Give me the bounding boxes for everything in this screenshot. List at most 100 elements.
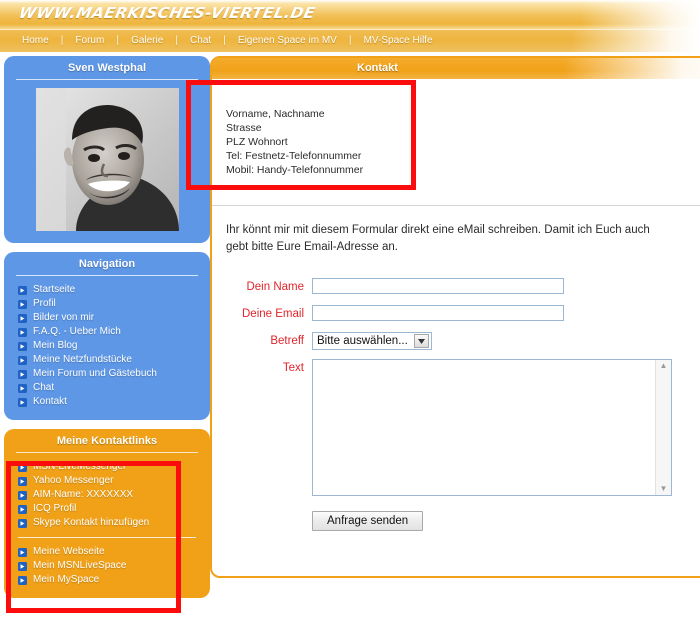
panel-divider — [16, 452, 198, 453]
message-textarea[interactable]: ▲ ▼ — [312, 359, 672, 496]
arrow-right-square-icon — [18, 299, 27, 309]
sidebar-item-label: Mein Blog — [33, 340, 78, 351]
contact-city: PLZ Wohnort — [226, 136, 288, 148]
sidebar-item-label: Yahoo Messenger — [33, 475, 114, 486]
submit-button[interactable]: Anfrage senden — [312, 511, 424, 531]
form-row-email: Deine Email — [212, 305, 700, 323]
scroll-down-icon[interactable]: ▼ — [660, 483, 668, 495]
sidebar-item-msnlivespace[interactable]: Mein MSNLiveSpace — [18, 560, 210, 572]
sidebar-item-label: Skype Kontakt hinzufügen — [33, 517, 150, 528]
nav-link-chat[interactable]: Chat — [190, 35, 211, 46]
email-label: Deine Email — [242, 308, 304, 320]
kontaktlinks-messenger-list: MSN-LiveMessenger Yahoo Messenger AIM-Na… — [4, 461, 210, 529]
intro-paragraph: Ihr könnt mir mit diesem Formular direkt… — [226, 224, 650, 253]
main-navigation-bar: Home | Forum | Galerie | Chat | Eigenen … — [0, 30, 700, 52]
sidebar-item-label: Kontakt — [33, 396, 67, 407]
sidebar-item-label: Startseite — [33, 284, 76, 295]
sidebar-item-skype-kontakt[interactable]: Skype Kontakt hinzufügen — [18, 517, 210, 529]
profile-panel-title: Sven Westphal — [67, 62, 147, 74]
arrow-right-square-icon — [18, 518, 27, 528]
navigation-panel-title: Navigation — [78, 258, 136, 270]
sidebar-item-label: AIM-Name: XXXXXXX — [33, 489, 134, 500]
arrow-right-square-icon — [18, 561, 27, 571]
contact-name: Vorname, Nachname — [226, 108, 325, 120]
sidebar-item-profil[interactable]: Profil — [18, 298, 210, 310]
chevron-down-icon — [413, 334, 429, 348]
sidebar-item-faq[interactable]: F.A.Q. - Ueber Mich — [18, 326, 210, 338]
sidebar-item-kontakt[interactable]: Kontakt — [18, 396, 210, 408]
arrow-right-square-icon — [18, 369, 27, 379]
sidebar-item-yahoo-messenger[interactable]: Yahoo Messenger — [18, 475, 210, 487]
sidebar-item-label: MSN-LiveMessenger — [33, 461, 127, 472]
scroll-up-icon[interactable]: ▲ — [660, 360, 668, 372]
panel-divider — [16, 79, 198, 80]
sidebar-item-icq-profil[interactable]: ICQ Profil — [18, 503, 210, 515]
kontaktlinks-panel-title: Meine Kontaktlinks — [56, 435, 158, 447]
main-navigation-links: Home | Forum | Galerie | Chat | Eigenen … — [22, 34, 433, 46]
profile-photo-image — [35, 88, 179, 231]
form-row-name: Dein Name — [212, 278, 700, 296]
site-logo: WWW.MAERKISCHES-VIERTEL.DE — [17, 4, 317, 22]
arrow-right-square-icon — [18, 355, 27, 365]
contact-mobile: Mobil: Handy-Telefonnummer — [226, 164, 364, 176]
panel-divider — [16, 275, 198, 276]
form-row-text: Text ▲ ▼ — [212, 359, 700, 496]
arrow-right-square-icon — [18, 462, 27, 472]
contact-phone: Tel: Festnetz-Telefonnummer — [226, 150, 362, 162]
text-label: Text — [282, 362, 304, 374]
sidebar-item-myspace[interactable]: Mein MySpace — [18, 574, 210, 586]
nav-separator: | — [348, 35, 352, 46]
kontaktlinks-website-list: Meine Webseite Mein MSNLiveSpace Mein My… — [4, 546, 210, 586]
kontaktlinks-panel: Meine Kontaktlinks MSN-LiveMessenger Yah… — [4, 429, 210, 598]
arrow-right-square-icon — [18, 383, 27, 393]
contact-street: Strasse — [226, 122, 262, 134]
name-input[interactable] — [312, 278, 564, 294]
sidebar-item-startseite[interactable]: Startseite — [18, 284, 210, 296]
subject-select[interactable]: Bitte auswählen... — [312, 332, 432, 350]
arrow-right-square-icon — [18, 575, 27, 585]
nav-separator: | — [116, 35, 119, 46]
sidebar-item-label: Chat — [33, 382, 55, 393]
email-input[interactable] — [312, 305, 564, 321]
sidebar-item-msn-livemessenger[interactable]: MSN-LiveMessenger — [18, 461, 210, 473]
arrow-right-square-icon — [18, 313, 27, 323]
sidebar-item-bilder-von-mir[interactable]: Bilder von mir — [18, 312, 210, 324]
nav-link-eigenen-space[interactable]: Eigenen Space im MV — [238, 35, 337, 46]
sidebar-item-label: Mein Forum und Gästebuch — [33, 368, 157, 379]
nav-link-mv-space-hilfe[interactable]: MV-Space Hilfe — [364, 35, 433, 46]
left-sidebar: Sven Westphal Navigation Startseite Prof… — [4, 56, 210, 607]
sidebar-item-meine-webseite[interactable]: Meine Webseite — [18, 546, 210, 558]
navigation-link-list: Startseite Profil Bilder von mir F.A.Q. … — [4, 284, 210, 408]
arrow-right-square-icon — [18, 476, 27, 486]
content-title-bar: Kontakt — [212, 58, 700, 79]
name-label: Dein Name — [246, 281, 304, 293]
nav-separator: | — [175, 35, 178, 46]
nav-separator: | — [223, 35, 226, 46]
sidebar-item-netzfundstuecke[interactable]: Meine Netzfundstücke — [18, 354, 210, 366]
arrow-right-square-icon — [18, 547, 27, 557]
sidebar-item-chat[interactable]: Chat — [18, 382, 210, 394]
arrow-right-square-icon — [18, 490, 27, 500]
nav-link-galerie[interactable]: Galerie — [131, 35, 163, 46]
nav-link-home[interactable]: Home — [22, 35, 49, 46]
kontaktlinks-panel-body: MSN-LiveMessenger Yahoo Messenger AIM-Na… — [4, 461, 210, 598]
sidebar-item-mein-blog[interactable]: Mein Blog — [18, 340, 210, 352]
form-row-subject: Betreff Bitte auswählen... — [212, 332, 700, 350]
arrow-right-square-icon — [18, 341, 27, 351]
kontaktlinks-group-divider — [18, 537, 196, 538]
navigation-panel-body: Startseite Profil Bilder von mir F.A.Q. … — [4, 284, 210, 420]
subject-label: Betreff — [270, 335, 304, 347]
sidebar-item-label: Meine Netzfundstücke — [33, 354, 132, 365]
page-title: Kontakt — [357, 62, 398, 74]
site-header-banner: WWW.MAERKISCHES-VIERTEL.DE — [0, 0, 700, 30]
textarea-scrollbar[interactable]: ▲ ▼ — [655, 360, 671, 495]
sidebar-item-aim-name[interactable]: AIM-Name: XXXXXXX — [18, 489, 210, 501]
arrow-right-square-icon — [18, 285, 27, 295]
sidebar-item-forum-gaestebuch[interactable]: Mein Forum und Gästebuch — [18, 368, 210, 380]
profile-photo — [35, 88, 179, 231]
nav-link-forum[interactable]: Forum — [75, 35, 104, 46]
navigation-panel: Navigation Startseite Profil Bilder von … — [4, 252, 210, 420]
profile-panel-body — [4, 88, 210, 243]
content-panel: Kontakt Vorname, Nachname Strasse PLZ Wo… — [210, 56, 700, 578]
sidebar-item-label: Bilder von mir — [33, 312, 95, 323]
